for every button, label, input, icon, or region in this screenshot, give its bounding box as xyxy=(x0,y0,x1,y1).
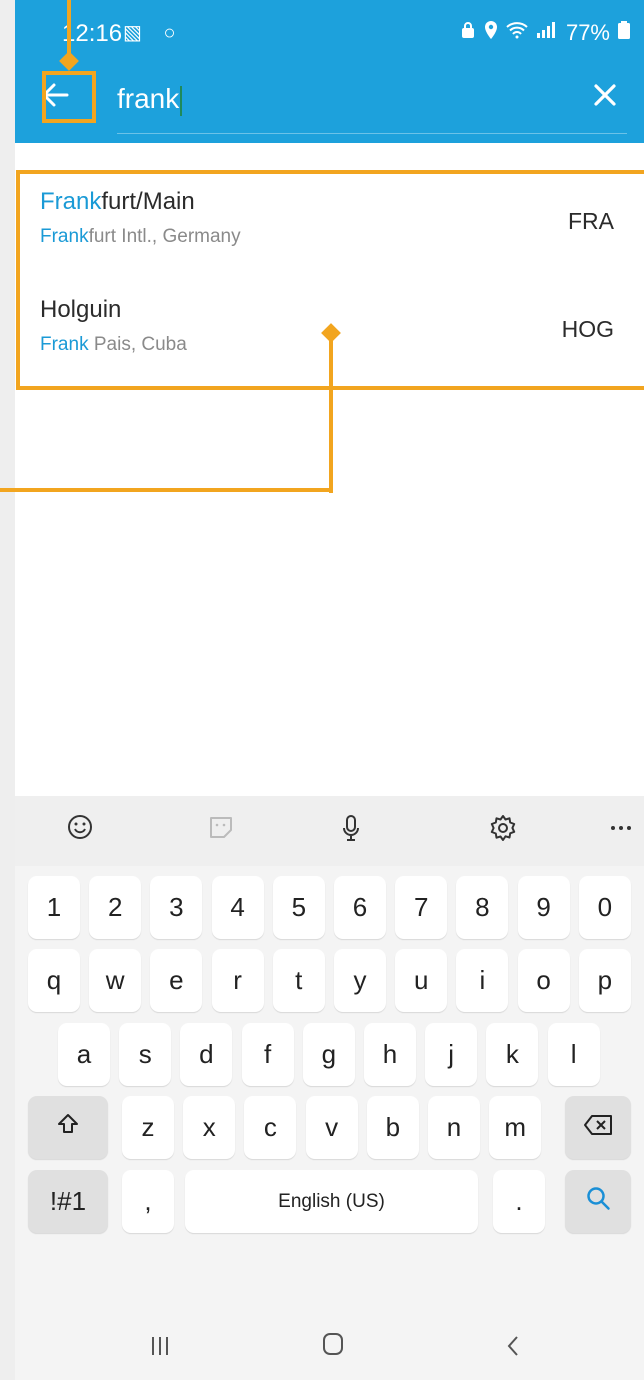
soft-keyboard: 1 2 3 4 5 6 7 8 9 0 q w e r t y u i o p a s d f g h j k l z x c v b n m !#1,… xyxy=(15,796,644,1380)
key-letter[interactable]: c xyxy=(244,1096,297,1159)
key-number[interactable]: 0 xyxy=(578,876,631,939)
nav-back-icon[interactable] xyxy=(505,1333,521,1365)
key-letter[interactable]: b xyxy=(366,1096,419,1159)
key-letter[interactable]: j xyxy=(425,1023,478,1086)
text-caret xyxy=(180,85,183,116)
sticker-icon[interactable] xyxy=(208,814,234,847)
annotation-connector xyxy=(0,488,333,492)
app-bar: 12:16 ▧ ○ 77% frank xyxy=(15,0,644,143)
key-number[interactable]: 4 xyxy=(211,876,264,939)
key-letter[interactable]: z xyxy=(122,1096,174,1159)
more-icon[interactable] xyxy=(610,810,632,845)
comma-key[interactable]: , xyxy=(122,1170,174,1233)
keyboard-toolbar xyxy=(15,796,644,866)
settings-icon[interactable] xyxy=(489,814,517,849)
symbols-key[interactable]: !#1 xyxy=(28,1170,108,1233)
signal-icon xyxy=(536,21,558,45)
battery-level: 77% xyxy=(565,20,610,45)
annotation-pointer xyxy=(67,0,71,58)
emoji-icon[interactable] xyxy=(67,814,93,847)
key-letter[interactable]: x xyxy=(183,1096,236,1159)
key-letter[interactable]: i xyxy=(456,949,509,1012)
key-letter[interactable]: a xyxy=(58,1023,110,1086)
key-letter[interactable]: u xyxy=(395,949,448,1012)
period-key[interactable]: . xyxy=(493,1170,545,1233)
key-number[interactable]: 6 xyxy=(334,876,386,939)
location-icon xyxy=(484,21,498,45)
key-letter[interactable]: k xyxy=(486,1023,539,1086)
backspace-icon xyxy=(583,1112,613,1143)
key-letter[interactable]: n xyxy=(428,1096,480,1159)
key-letter[interactable]: t xyxy=(272,949,325,1012)
key-number[interactable]: 3 xyxy=(150,876,203,939)
status-right-icons: 77% xyxy=(460,20,630,46)
home-icon[interactable] xyxy=(321,1331,345,1364)
search-input[interactable]: frank xyxy=(117,82,517,116)
recent-apps-icon[interactable] xyxy=(148,1333,172,1365)
key-letter[interactable]: q xyxy=(28,949,80,1012)
notification-icons: ▧ ○ xyxy=(123,22,184,44)
key-letter[interactable]: p xyxy=(578,949,631,1012)
search-query: frank xyxy=(117,83,180,114)
shift-key[interactable] xyxy=(28,1096,108,1159)
status-time: 12:16 xyxy=(62,20,123,47)
key-letter[interactable]: o xyxy=(517,949,570,1012)
key-letter[interactable]: h xyxy=(364,1023,416,1086)
key-letter[interactable]: s xyxy=(119,1023,172,1086)
close-icon xyxy=(593,83,617,112)
search-icon xyxy=(585,1185,611,1218)
key-letter[interactable]: e xyxy=(150,949,203,1012)
search-key[interactable] xyxy=(565,1170,631,1233)
key-letter[interactable]: m xyxy=(489,1096,542,1159)
key-letter[interactable]: d xyxy=(180,1023,233,1086)
key-number[interactable]: 1 xyxy=(28,876,80,939)
search-underline xyxy=(117,133,627,134)
key-number[interactable]: 5 xyxy=(272,876,325,939)
shift-icon xyxy=(56,1112,80,1143)
clear-search-button[interactable] xyxy=(582,74,628,120)
key-number[interactable]: 8 xyxy=(456,876,509,939)
key-number[interactable]: 2 xyxy=(89,876,142,939)
key-letter[interactable]: w xyxy=(89,949,142,1012)
wifi-icon xyxy=(506,21,528,45)
key-letter[interactable]: f xyxy=(241,1023,294,1086)
key-letter[interactable]: y xyxy=(334,949,386,1012)
key-letter[interactable]: r xyxy=(211,949,264,1012)
key-letter[interactable]: g xyxy=(302,1023,355,1086)
key-letter[interactable]: v xyxy=(305,1096,358,1159)
key-number[interactable]: 9 xyxy=(517,876,570,939)
status-bar: 12:16 ▧ ○ 77% xyxy=(15,0,644,64)
lock-icon xyxy=(460,21,476,45)
annotation-connector xyxy=(329,332,333,493)
space-key[interactable]: English (US) xyxy=(185,1170,478,1233)
battery-icon xyxy=(618,21,630,45)
key-number[interactable]: 7 xyxy=(395,876,448,939)
microphone-icon[interactable] xyxy=(341,814,361,849)
key-letter[interactable]: l xyxy=(547,1023,600,1086)
annotation-box-back xyxy=(42,71,96,123)
system-nav-bar xyxy=(15,1319,644,1380)
backspace-key[interactable] xyxy=(565,1096,631,1159)
